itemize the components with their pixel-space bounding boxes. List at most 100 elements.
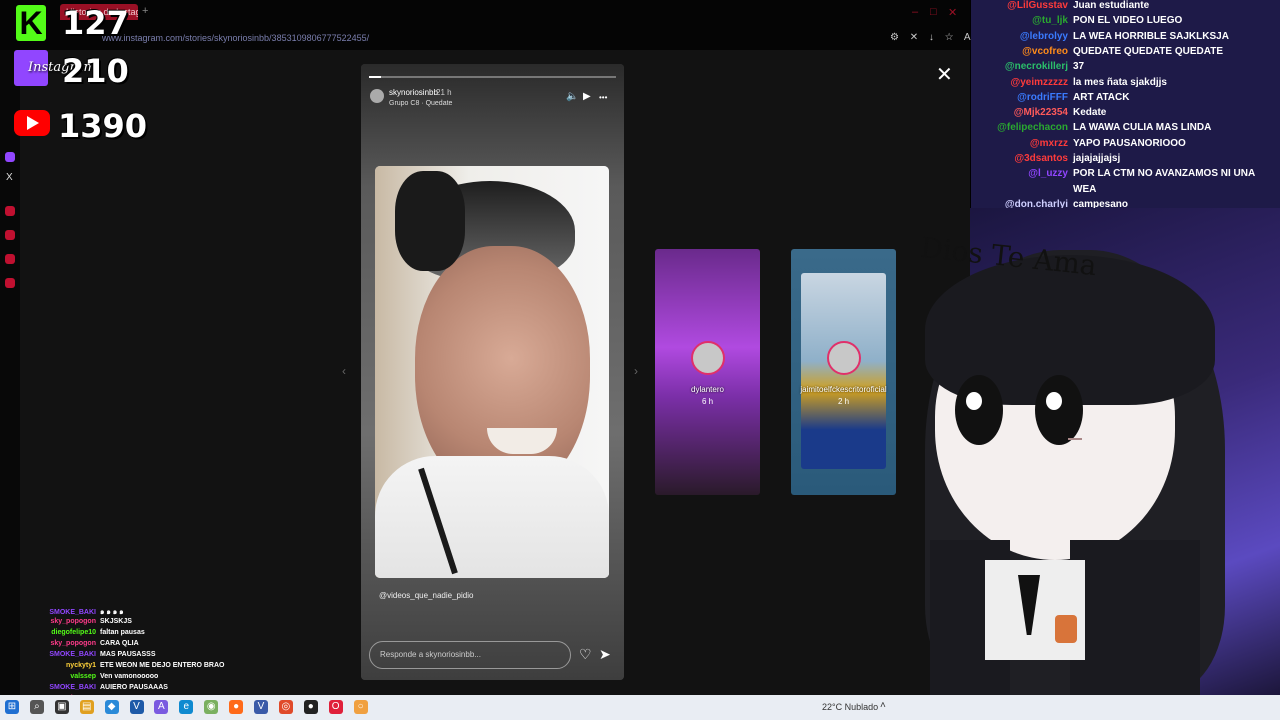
next-story-thumbnail-1[interactable]: dylantero 6 h [655,249,760,495]
chat-username[interactable]: @3dsantos [976,153,1068,164]
task-view-icon[interactable]: ▣ [54,700,69,714]
chat-username[interactable]: @yeimzzzzz [976,77,1068,88]
file-explorer-icon[interactable]: ▤ [79,700,94,714]
chat-username[interactable]: @Mjk22354 [976,107,1068,118]
chat-message: @LilGusstav Juan estudiante [976,0,1149,11]
chat-text: YAPO PAUSANORIOOO [1073,137,1186,149]
overlay-chat-text: SKJSKJS [100,618,132,625]
chat-username[interactable]: @tu_ljk [976,15,1068,26]
chat-username[interactable]: @l_uzzy [976,168,1068,179]
overlay-chat-message: diegofelipe10 faltan pausas [20,629,145,636]
chat-text: Kedate [1073,107,1107,119]
sidebar-icon-2[interactable] [5,230,15,240]
story-time: 21 h [436,88,452,97]
minimize-button[interactable]: – [912,6,918,18]
sidebar-icon-3[interactable] [5,254,15,264]
reply-input[interactable]: Responde a skynoriosinbb... [369,641,571,669]
store-icon[interactable]: ◆ [104,700,119,714]
close-window-button[interactable]: ✕ [948,6,957,19]
maximize-button[interactable]: □ [930,6,937,18]
chat-message: @necrokillerj 37 [976,61,1084,72]
next-story-arrow[interactable]: › [634,364,638,378]
chrome-icon[interactable]: ◎ [278,700,293,714]
opera-icon[interactable]: O [328,700,343,714]
firefox-icon[interactable]: ● [229,700,244,714]
chat-message: @felipechacon LA WAWA CULIA MAS LINDA [976,122,1211,133]
overlay-chat-username: SMOKE_BAKI [49,684,96,691]
chat-text: Juan estudiante [1073,0,1150,11]
story-mention[interactable]: @videos_que_nadie_pidio [379,591,473,600]
edge-icon[interactable]: e [179,700,194,714]
app-icon-3[interactable]: ○ [353,700,368,714]
new-tab-button[interactable]: + [142,5,148,17]
thumb-time: 6 h [701,397,714,406]
x-sidebar-icon[interactable]: X [6,172,13,183]
chat-message: @lebrolyy LA WEA HORRIBLE SAJKLKSJA [976,31,1229,42]
search-icon[interactable]: ⌕ [29,700,44,714]
chat-message: @3dsantos jajajajjajsj [976,153,1120,164]
chat-username[interactable]: @LilGusstav [976,0,1068,11]
mute-icon[interactable]: 🔈 [566,91,578,102]
chat-username[interactable]: @mxrzz [976,138,1068,149]
vscode-icon[interactable]: V [129,700,144,714]
tray-chevron-icon[interactable]: ˄ [880,700,886,711]
chat-message: @tu_ljk PON EL VIDEO LUEGO [976,15,1182,26]
kick-logo: K [16,5,46,41]
chat-message: @rodriFFF ART ATACK [976,92,1129,103]
windows-start-icon[interactable]: ⊞ [5,700,19,714]
thumb-username: dylantero [691,385,724,394]
app-icon[interactable]: A [154,700,169,714]
overlay-chat-username: nyckyty1 [66,662,96,669]
overlay-chat-text: faltan pausas [100,629,145,636]
send-icon[interactable]: ➤ [599,646,611,663]
chat-text: WEA [1073,183,1097,195]
play-icon[interactable]: ▶ [583,91,591,102]
thumb-username: jaimitoelfckescritoroficial [800,385,887,394]
youtube-play-icon [27,116,39,130]
story-avatar[interactable] [370,89,384,103]
chat-username[interactable]: @lebrolyy [976,31,1068,42]
more-options-icon[interactable]: ••• [599,93,607,102]
instagram-viewer-count: 210 [62,52,129,90]
story-photo [375,166,609,578]
vtuber-right-eye [1035,375,1083,445]
heart-icon[interactable]: ♡ [579,646,592,663]
photo-cape [375,456,609,578]
story-audio-label[interactable]: Grupo C8 · Quedate [389,100,452,107]
vtuber-pin [1055,615,1077,643]
chat-username[interactable]: @vcofreo [976,46,1068,57]
story-progress-fill [369,76,382,78]
story-card[interactable]: skynoriosinbb 21 h Grupo C8 · Quedate 🔈 … [361,64,624,680]
vegas-icon[interactable]: V [254,700,268,714]
overlay-chat-text: MAS PAUSASSS [100,651,156,658]
thumb-avatar [691,341,725,375]
obs-icon[interactable]: ● [303,700,318,714]
app-icon-2[interactable]: ◉ [204,700,219,714]
close-story-button[interactable]: ✕ [936,62,953,87]
weather-widget[interactable]: 22°C Nublado [822,702,878,712]
kick-viewer-count: 127 [62,4,129,42]
chat-text: jajajajjajsj [1073,153,1121,164]
photo-glove [395,171,465,271]
twitch-sidebar-icon[interactable] [5,152,15,162]
next-story-thumbnail-2[interactable]: jaimitoelfckescritoroficial 2 h [791,249,896,495]
overlay-chat-text: CARA QLIA [100,640,139,647]
overlay-chat-message: SMOKE_BAKI AUIERO PAUSAAAS [20,684,168,691]
overlay-chat-username: diegofelipe10 [51,629,96,636]
address-bar[interactable]: www.instagram.com/stories/skynoriosinbb/… [102,33,369,43]
overlay-chat-username: SMOKE_BAKI [49,609,96,616]
vtuber-left-eye [955,375,1003,445]
previous-story-arrow[interactable]: ‹ [342,364,346,378]
chat-username[interactable]: @necrokillerj [976,61,1068,72]
overlay-chat-text: Ven vamonooooo [100,673,159,680]
chat-message: @yeimzzzzz la mes ñata sjakdjjs [976,77,1167,88]
chat-text: 37 [1073,61,1085,73]
chat-message: @Mjk22354 Kedate [976,107,1107,119]
overlay-chat-username: SMOKE_BAKI [49,651,96,658]
story-username[interactable]: skynoriosinbb [389,88,438,97]
chat-username[interactable]: @felipechacon [976,122,1068,133]
sidebar-icon-1[interactable] [5,206,15,216]
overlay-chat-message: SMOKE_BAKI MAS PAUSASSS [20,651,156,658]
sidebar-icon-4[interactable] [5,278,15,288]
chat-username[interactable]: @rodriFFF [976,92,1068,103]
